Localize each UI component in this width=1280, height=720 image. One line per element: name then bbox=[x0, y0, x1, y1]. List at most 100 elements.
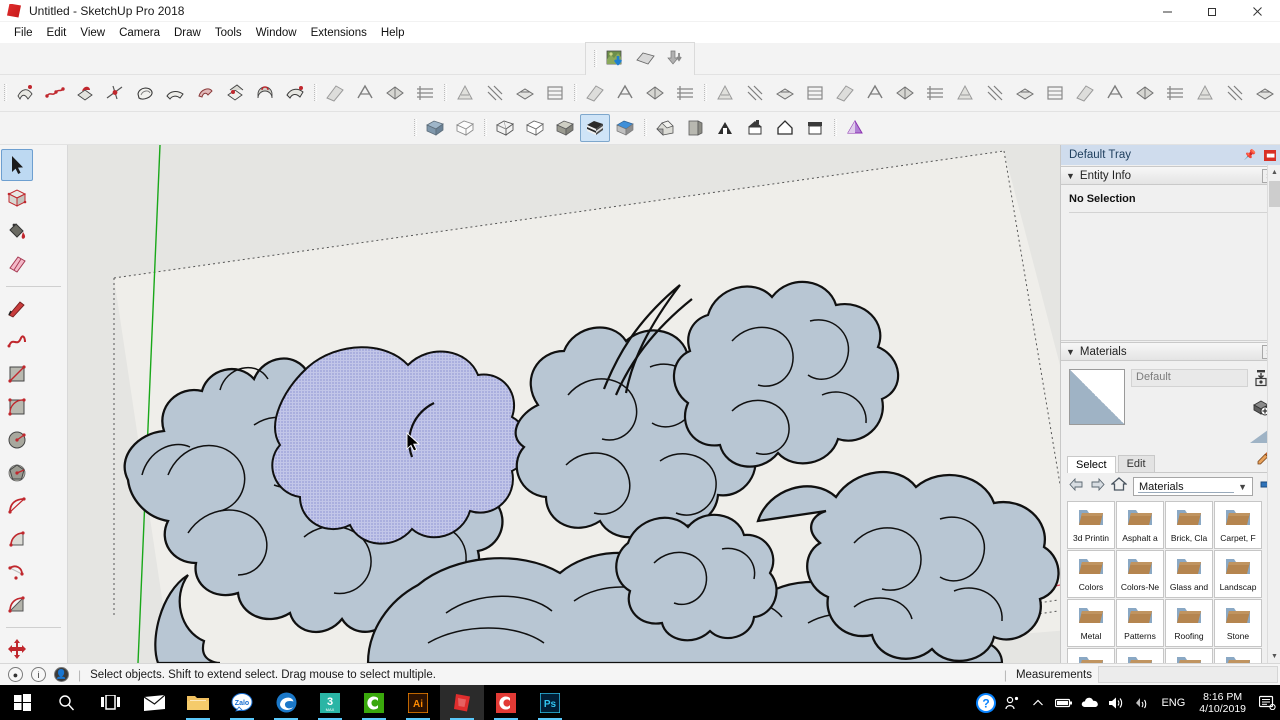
close-icon[interactable]: ■■ bbox=[1264, 149, 1276, 161]
front-view-icon[interactable] bbox=[680, 114, 710, 142]
eraser-icon[interactable] bbox=[1, 248, 33, 280]
dynamic-comp-options-icon[interactable] bbox=[350, 79, 380, 107]
back-edges-icon[interactable] bbox=[450, 114, 480, 142]
section-cut-icon[interactable] bbox=[450, 79, 480, 107]
material-library-select[interactable]: Materials ▼ bbox=[1133, 477, 1253, 496]
file-explorer-icon[interactable] bbox=[176, 685, 220, 720]
minimize-button[interactable] bbox=[1145, 0, 1190, 22]
chevron-up-icon[interactable] bbox=[1025, 685, 1051, 720]
toolbar-grip-extra[interactable] bbox=[833, 117, 837, 139]
sandbox-tool-15-icon[interactable] bbox=[1190, 79, 1220, 107]
material-folder-item[interactable]: Roofing bbox=[1165, 599, 1213, 647]
arc-icon[interactable] bbox=[1, 490, 33, 522]
onedrive-icon[interactable] bbox=[1077, 685, 1103, 720]
toolbar-grip-styles[interactable] bbox=[413, 117, 417, 139]
xray-icon[interactable] bbox=[420, 114, 450, 142]
close-button[interactable] bbox=[1235, 0, 1280, 22]
sandbox-tool-7-icon[interactable] bbox=[950, 79, 980, 107]
2point-arc-icon[interactable] bbox=[1, 556, 33, 588]
layer-manager-icon[interactable] bbox=[580, 79, 610, 107]
battery-icon[interactable] bbox=[1051, 685, 1077, 720]
shaded-icon[interactable] bbox=[550, 114, 580, 142]
windows-start-icon[interactable] bbox=[0, 685, 44, 720]
people-icon[interactable] bbox=[999, 685, 1025, 720]
toolbar-grip[interactable] bbox=[313, 82, 317, 104]
scene-manager-icon[interactable] bbox=[640, 79, 670, 107]
notification-icon[interactable] bbox=[1254, 685, 1280, 720]
sketchup-icon[interactable] bbox=[440, 685, 484, 720]
menu-view[interactable]: View bbox=[73, 25, 112, 41]
toolbar-grip-render[interactable] bbox=[483, 117, 487, 139]
material-folder-item[interactable]: Colors bbox=[1067, 550, 1115, 598]
add-detail-icon[interactable] bbox=[160, 79, 190, 107]
solid-union-icon[interactable] bbox=[220, 79, 250, 107]
info-icon[interactable]: i bbox=[31, 667, 46, 682]
material-name-field[interactable]: Default bbox=[1131, 369, 1248, 387]
menu-camera[interactable]: Camera bbox=[112, 25, 167, 41]
panel-header-entity-info[interactable]: ▼ Entity Info ✕ bbox=[1061, 166, 1280, 185]
sandbox-tool-11-icon[interactable] bbox=[1070, 79, 1100, 107]
menu-window[interactable]: Window bbox=[249, 25, 304, 41]
edge-icon[interactable] bbox=[264, 685, 308, 720]
tray-scrollbar[interactable]: ▲ ▼ bbox=[1267, 165, 1280, 663]
polygon-icon[interactable] bbox=[1, 457, 33, 489]
location-hint-icon[interactable]: ● bbox=[8, 667, 23, 682]
dynamic-comp-interact-icon[interactable] bbox=[320, 79, 350, 107]
3ds-max-icon[interactable]: 3 MAX bbox=[308, 685, 352, 720]
iso-view-icon[interactable] bbox=[650, 114, 680, 142]
sandbox-tool-10-icon[interactable] bbox=[1040, 79, 1070, 107]
default-material-swatch[interactable] bbox=[1069, 369, 1125, 425]
model-viewport[interactable] bbox=[68, 145, 1060, 663]
menu-file[interactable]: File bbox=[7, 25, 40, 41]
search-icon[interactable] bbox=[44, 685, 88, 720]
material-folder-item[interactable]: Metal bbox=[1067, 599, 1115, 647]
solid-tools-icon[interactable] bbox=[710, 79, 740, 107]
material-folder-item[interactable]: Glass and bbox=[1165, 550, 1213, 598]
clock[interactable]: 8:16 PM 4/10/2019 bbox=[1191, 691, 1254, 715]
flip-edge-icon[interactable] bbox=[190, 79, 220, 107]
arrow-back-icon[interactable] bbox=[1069, 477, 1084, 496]
toolbar-grip[interactable] bbox=[593, 48, 597, 70]
illustrator-icon[interactable]: Ai bbox=[396, 685, 440, 720]
material-folder-item[interactable]: Landscap bbox=[1214, 550, 1262, 598]
tab-select[interactable]: Select bbox=[1067, 456, 1116, 473]
toolbar-grip-views[interactable] bbox=[643, 117, 647, 139]
sandbox-tool-17-icon[interactable] bbox=[1250, 79, 1280, 107]
material-folder-item[interactable]: Stone bbox=[1214, 599, 1262, 647]
tab-edit[interactable]: Edit bbox=[1117, 455, 1155, 472]
material-folder-item[interactable]: 3d Printin bbox=[1067, 501, 1115, 549]
menu-help[interactable]: Help bbox=[374, 25, 412, 41]
measurements-input[interactable] bbox=[1098, 666, 1278, 683]
toolbar-grip[interactable] bbox=[3, 82, 7, 104]
sandbox-tool-12-icon[interactable] bbox=[1100, 79, 1130, 107]
section-plane-icon[interactable] bbox=[380, 79, 410, 107]
sandbox-tool-13-icon[interactable] bbox=[1130, 79, 1160, 107]
material-folder-item[interactable]: Colors-Ne bbox=[1116, 550, 1164, 598]
photo-textures-icon[interactable] bbox=[660, 45, 690, 73]
pie-icon[interactable] bbox=[1, 523, 33, 555]
material-folder-item[interactable]: Carpet, F bbox=[1214, 501, 1262, 549]
sandbox-tool-6-icon[interactable] bbox=[920, 79, 950, 107]
sandbox-tool-4-icon[interactable] bbox=[860, 79, 890, 107]
monochrome-icon[interactable] bbox=[610, 114, 640, 142]
rectangle-icon[interactable] bbox=[1, 358, 33, 390]
account-icon[interactable]: 👤 bbox=[54, 667, 69, 682]
sandbox-tool-5-icon[interactable] bbox=[890, 79, 920, 107]
corel-green-icon[interactable] bbox=[352, 685, 396, 720]
menu-extensions[interactable]: Extensions bbox=[304, 25, 374, 41]
mail-icon[interactable] bbox=[132, 685, 176, 720]
help-circle-icon[interactable]: ? bbox=[973, 685, 999, 720]
scroll-up-arrow[interactable]: ▲ bbox=[1268, 165, 1280, 179]
panel-header-materials[interactable]: ▼ Materials ✕ bbox=[1061, 342, 1280, 361]
smoove-icon[interactable] bbox=[70, 79, 100, 107]
walkthrough-icon[interactable] bbox=[480, 79, 510, 107]
toolbar-grip[interactable] bbox=[573, 82, 577, 104]
sandbox-tool-2-icon[interactable] bbox=[800, 79, 830, 107]
circle-icon[interactable] bbox=[1, 424, 33, 456]
line-icon[interactable] bbox=[1, 292, 33, 324]
drape-icon[interactable] bbox=[130, 79, 160, 107]
make-component-icon[interactable] bbox=[1, 182, 33, 214]
show-terrain-icon[interactable] bbox=[630, 45, 660, 73]
corel-red-icon[interactable] bbox=[484, 685, 528, 720]
back-view-icon[interactable] bbox=[740, 114, 770, 142]
